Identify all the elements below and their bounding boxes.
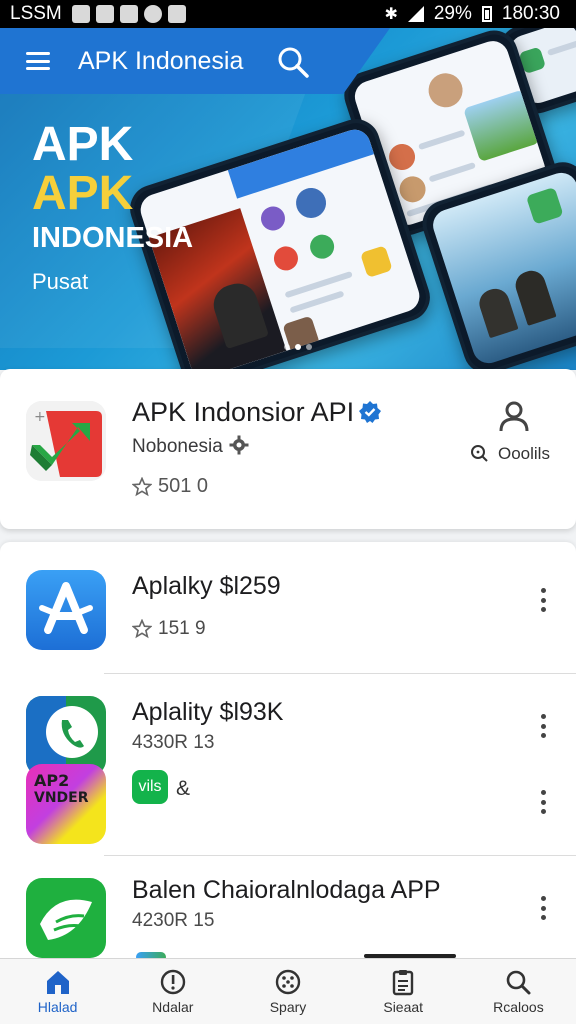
star-icon <box>132 619 152 639</box>
top-app-bar: APK Indonesia <box>0 28 390 94</box>
nav-label: Sieaat <box>383 999 424 1015</box>
signal-icon <box>407 6 424 22</box>
list-item[interactable]: AP2 VNDER Aplality $l93K 4330R 13 vils & <box>0 674 576 856</box>
carousel-dot-active[interactable] <box>295 344 301 350</box>
featured-app-extra[interactable]: Ooolils <box>470 444 550 464</box>
app-icon[interactable]: AP2 VNDER <box>26 764 106 844</box>
nav-label: Spary <box>269 999 307 1015</box>
nav-label: Hlalad <box>37 999 78 1015</box>
star-icon <box>132 476 152 496</box>
nav-item-alerts[interactable]: Ndalar <box>115 959 230 1024</box>
app-title[interactable]: Aplalky $l259 <box>132 572 281 601</box>
bluetooth-icon: ✱ <box>384 6 398 23</box>
app-screen: LSSM ✱ 29% 180:30 APK Indonesia APK APK … <box>0 0 576 1024</box>
app-rating: 151 9 <box>132 618 206 640</box>
nav-item-games[interactable]: Spary <box>230 959 345 1024</box>
nav-item-clipboard[interactable]: Sieaat <box>346 959 461 1024</box>
hero-title-line2: APK <box>32 167 134 220</box>
carousel-indicator[interactable] <box>284 344 312 350</box>
svg-text:VNDER: VNDER <box>34 790 89 806</box>
carrier-label: LSSM <box>10 3 62 24</box>
nav-label: Ndalar <box>152 999 194 1015</box>
menu-icon[interactable] <box>26 52 50 70</box>
app-meta: 4230R 15 <box>132 910 215 931</box>
featured-app-icon[interactable]: + <box>26 401 106 481</box>
bottom-navigation: Hlalad Ndalar Spary Sieaat Rcaloos <box>0 958 576 1024</box>
games-icon <box>275 969 301 995</box>
notification-icon <box>167 5 186 23</box>
overflow-menu-icon[interactable] <box>533 714 553 738</box>
notification-icon <box>143 5 162 23</box>
status-bar: LSSM ✱ 29% 180:30 <box>0 0 576 28</box>
svg-text:+: + <box>34 409 46 425</box>
app-title[interactable]: Aplality $l93K <box>132 698 283 727</box>
battery-icon <box>481 6 492 22</box>
list-item[interactable]: Balen Chaioralnlodaga APP 4230R 15 <box>0 856 576 960</box>
notification-icon <box>71 5 90 23</box>
carousel-dot[interactable] <box>284 344 290 350</box>
search-small-icon <box>471 445 488 462</box>
featured-app-title-text: APK Indonsior API <box>132 397 355 427</box>
hero-headline: APK APK INDONESIA Pusat <box>32 120 193 295</box>
carousel-dot[interactable] <box>306 344 312 350</box>
clipboard-icon <box>393 970 414 996</box>
overflow-menu-icon[interactable] <box>533 588 553 612</box>
nav-item-search[interactable]: Rcaloos <box>461 959 576 1024</box>
featured-app-title[interactable]: APK Indonsior API <box>132 397 382 428</box>
app-chip[interactable]: vils <box>132 770 168 804</box>
app-title: APK Indonesia <box>78 46 244 75</box>
search-icon <box>507 970 531 995</box>
gear-icon <box>229 435 249 455</box>
notification-icon <box>119 5 138 23</box>
overflow-menu-icon[interactable] <box>533 790 553 814</box>
notification-icon <box>95 5 114 23</box>
app-title[interactable]: Balen Chaioralnlodaga APP <box>132 876 441 905</box>
featured-app-card[interactable]: + APK Indonsior API Nobonesia 501 0 Oool… <box>0 369 576 529</box>
featured-app-rating: 501 0 <box>132 475 208 498</box>
hero-title-line3: INDONESIA <box>32 222 194 254</box>
list-item[interactable]: Aplalky $l259 151 9 <box>0 542 576 674</box>
battery-percent: 29% <box>433 3 472 24</box>
rating-value: 501 0 <box>158 475 209 497</box>
developer-label: Nobonesia <box>132 436 223 457</box>
feed-app-icon[interactable] <box>26 878 106 958</box>
nav-label: Rcaloos <box>493 999 544 1015</box>
alert-icon <box>160 969 185 995</box>
hero-subtitle: Pusat <box>32 269 89 294</box>
hero-title-line1: APK <box>32 118 134 171</box>
featured-app-developer: Nobonesia <box>132 435 249 458</box>
svg-text:AP2: AP2 <box>34 771 69 790</box>
app-store-icon[interactable] <box>26 570 106 650</box>
verified-badge-icon <box>359 401 382 423</box>
overflow-menu-icon[interactable] <box>533 896 553 920</box>
clock: 180:30 <box>501 3 560 24</box>
notification-icons <box>71 5 186 23</box>
app-list: Aplalky $l259 151 9 AP2 VNDER Aplality $… <box>0 542 576 960</box>
profile-icon[interactable] <box>497 399 531 433</box>
featured-extra-label: Ooolils <box>498 444 550 463</box>
app-meta: 4330R 13 <box>132 732 215 753</box>
hero-banner[interactable]: APK Indonesia APK APK INDONESIA Pusat <box>0 28 576 370</box>
search-icon[interactable] <box>276 45 310 79</box>
rating-value: 151 9 <box>158 618 206 639</box>
nav-item-home[interactable]: Hlalad <box>0 959 115 1024</box>
app-extra: & <box>176 777 191 800</box>
home-icon <box>46 971 69 994</box>
